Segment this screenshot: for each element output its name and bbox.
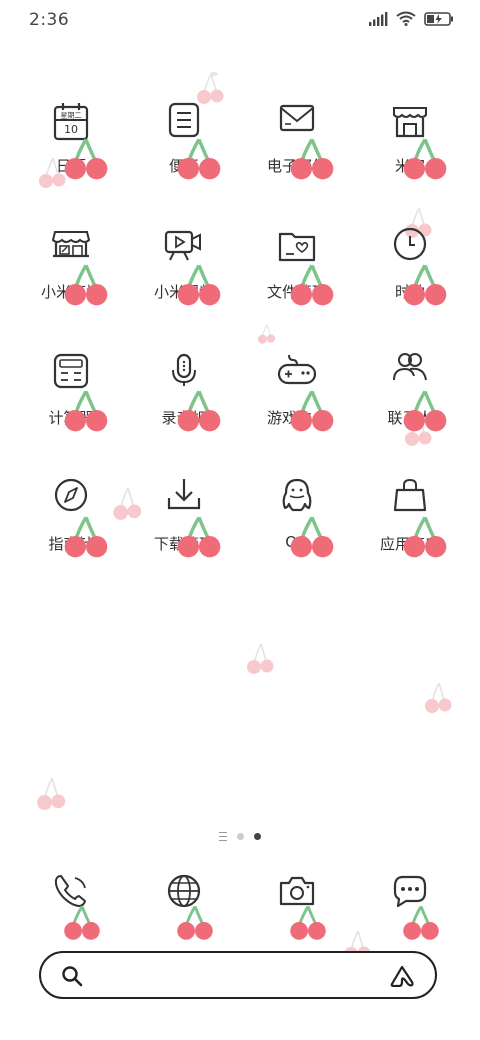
page-menu-icon[interactable] bbox=[219, 831, 227, 841]
app-clock[interactable]: 时钟 bbox=[355, 226, 465, 308]
file-manager-icon bbox=[273, 226, 336, 308]
cherry-icon bbox=[401, 389, 449, 434]
battery-charging-icon bbox=[424, 11, 453, 26]
search-bar[interactable] bbox=[39, 951, 437, 999]
browser-icon bbox=[164, 872, 215, 942]
cherry-icon bbox=[62, 515, 110, 560]
dock-browser[interactable] bbox=[154, 872, 215, 942]
app-app-store[interactable]: 应用商店 bbox=[355, 478, 465, 560]
status-time: 2:36 bbox=[29, 10, 70, 30]
qq-icon bbox=[273, 478, 336, 560]
search-icon[interactable] bbox=[61, 965, 83, 987]
signal-icon bbox=[369, 11, 388, 26]
cherry-icon bbox=[175, 905, 215, 942]
cherry-icon bbox=[62, 905, 102, 942]
mi-store-icon bbox=[47, 226, 110, 308]
status-icons bbox=[368, 11, 454, 26]
calendar-icon: 星期二 10 bbox=[47, 100, 110, 182]
app-mijia[interactable]: 米家 bbox=[355, 100, 465, 182]
page-dot[interactable] bbox=[237, 832, 244, 840]
cherry-icon bbox=[288, 137, 336, 182]
cherry-icon bbox=[175, 515, 223, 560]
app-email[interactable]: 电子邮件 bbox=[242, 100, 352, 182]
cherry-icon bbox=[175, 137, 223, 182]
app-notes[interactable]: 便签 bbox=[129, 100, 239, 182]
camera-icon bbox=[277, 872, 328, 942]
phone-icon bbox=[51, 872, 102, 942]
cherry-icon bbox=[288, 515, 336, 560]
app-game-center[interactable]: 游戏中心 bbox=[242, 352, 352, 434]
app-store-icon bbox=[386, 478, 449, 560]
compass-icon bbox=[47, 478, 110, 560]
app-downloads[interactable]: 下载管理 bbox=[129, 478, 239, 560]
gamepad-icon bbox=[273, 352, 336, 434]
assistant-icon[interactable] bbox=[389, 965, 415, 987]
calculator-icon bbox=[47, 352, 110, 434]
video-icon bbox=[160, 226, 223, 308]
cherry-icon bbox=[401, 905, 441, 942]
cherry-icon bbox=[288, 263, 336, 308]
decor-cherry-icon bbox=[37, 777, 66, 810]
cherry-icon bbox=[401, 515, 449, 560]
decor-cherry-icon bbox=[247, 643, 274, 674]
app-calculator[interactable]: 计算器 bbox=[16, 352, 126, 434]
cherry-icon bbox=[175, 263, 223, 308]
cherry-icon bbox=[62, 389, 110, 434]
messages-icon bbox=[390, 872, 441, 942]
app-compass[interactable]: 指南针 bbox=[16, 478, 126, 560]
cherry-icon bbox=[401, 263, 449, 308]
page-indicator[interactable] bbox=[0, 829, 480, 843]
mijia-store-icon bbox=[386, 100, 449, 182]
decor-cherry-icon bbox=[425, 682, 452, 713]
download-icon bbox=[160, 478, 223, 560]
app-recorder[interactable]: 录音机 bbox=[129, 352, 239, 434]
app-file-manager[interactable]: 文件管理 bbox=[242, 226, 352, 308]
dock-messages[interactable] bbox=[380, 872, 441, 942]
decor-cherry-icon bbox=[257, 324, 276, 344]
cherry-icon bbox=[62, 263, 110, 308]
cherry-icon bbox=[62, 137, 110, 182]
cherry-icon bbox=[288, 905, 328, 942]
dock-phone[interactable] bbox=[41, 872, 102, 942]
wifi-icon bbox=[396, 11, 416, 26]
calendar-weekday: 星期二 bbox=[61, 112, 82, 120]
clock-icon bbox=[386, 226, 449, 308]
cherry-icon bbox=[401, 137, 449, 182]
cherry-icon bbox=[288, 389, 336, 434]
microphone-icon bbox=[160, 352, 223, 434]
search-input[interactable] bbox=[99, 963, 383, 989]
page-dot-active[interactable] bbox=[254, 832, 261, 840]
app-qq[interactable]: QQ bbox=[242, 478, 352, 560]
dock-camera[interactable] bbox=[267, 872, 328, 942]
app-mi-video[interactable]: 小米视频 bbox=[129, 226, 239, 308]
mail-icon bbox=[273, 100, 336, 182]
notes-icon bbox=[160, 100, 223, 182]
app-mi-store[interactable]: 小米商城 bbox=[16, 226, 126, 308]
app-contacts[interactable]: 联系人 bbox=[355, 352, 465, 434]
app-calendar[interactable]: 星期二 10 日历 bbox=[16, 100, 126, 182]
status-bar: 2:36 bbox=[0, 0, 480, 40]
contacts-icon bbox=[386, 352, 449, 434]
cherry-icon bbox=[175, 389, 223, 434]
